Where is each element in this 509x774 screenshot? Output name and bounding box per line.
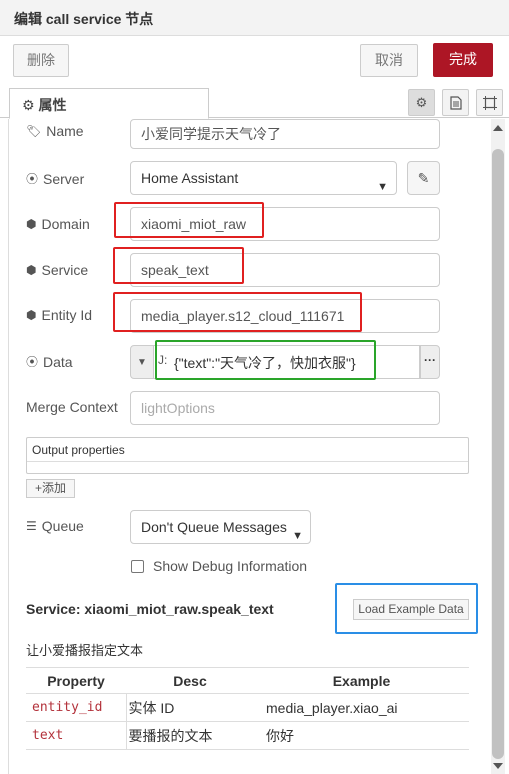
dialog-title: 编辑 call service 节点 xyxy=(14,11,154,27)
output-properties-label: Output properties xyxy=(32,443,125,457)
domain-label: ⬢ Domain xyxy=(26,216,90,232)
scroll-down-arrow[interactable] xyxy=(493,763,503,769)
column-header: Property xyxy=(26,667,126,694)
domain-highlight xyxy=(114,202,264,238)
name-label: 🏷 Name xyxy=(26,123,84,139)
scroll-up-arrow[interactable] xyxy=(493,125,503,131)
chevron-down-icon: ▼ xyxy=(377,181,388,193)
tab-properties-label: 属性 xyxy=(38,97,67,113)
tab-properties[interactable]: ⚙ 属性 xyxy=(9,88,209,119)
data-highlight xyxy=(155,340,376,380)
service-description: 让小爱播报指定文本 xyxy=(26,643,144,658)
debug-checkbox-label: Show Debug Information xyxy=(153,558,308,574)
server-label: ⦿ Server xyxy=(26,170,85,187)
dot-circle-icon: ⦿ xyxy=(26,355,39,369)
queue-select[interactable]: Don't Queue Messages ▼ xyxy=(130,510,311,544)
column-header: Example xyxy=(254,667,469,694)
data-label: ⦿ Data xyxy=(26,353,73,370)
cube-icon: ⬢ xyxy=(26,308,37,322)
delete-button[interactable]: 删除 xyxy=(13,44,69,77)
frame-icon xyxy=(482,95,497,110)
gear-icon: ⚙ xyxy=(415,94,428,110)
output-properties-list[interactable]: Output properties xyxy=(26,437,469,474)
queue-label: ☰ Queue xyxy=(26,518,84,534)
file-icon xyxy=(449,95,462,110)
service-title: Service: xiaomi_miot_raw.speak_text xyxy=(26,601,274,617)
column-header: Desc xyxy=(126,667,254,694)
divider xyxy=(27,461,468,462)
merge-context-input[interactable]: lightOptions xyxy=(130,391,440,425)
settings-tab-icon[interactable]: ⚙ xyxy=(408,89,435,116)
done-button[interactable]: 完成 xyxy=(433,43,493,77)
description-tab-icon[interactable] xyxy=(442,89,469,116)
dot-circle-icon: ⦿ xyxy=(26,172,39,186)
chevron-down-icon: ▼ xyxy=(292,530,303,542)
cube-icon: ⬢ xyxy=(26,217,37,231)
appearance-tab-icon[interactable] xyxy=(476,89,503,116)
caret-down-icon: ▼ xyxy=(137,356,147,368)
edit-server-button[interactable]: ✎ xyxy=(407,161,440,195)
entity-id-highlight xyxy=(113,292,362,332)
entity-id-label: ⬢ Entity Id xyxy=(26,307,93,323)
table-row: text 要播报的文本 你好 xyxy=(26,721,469,750)
merge-context-label: Merge Context xyxy=(26,399,118,415)
cancel-button[interactable]: 取消 xyxy=(360,44,418,77)
scrollbar-thumb[interactable] xyxy=(492,149,504,759)
panel-border xyxy=(8,119,9,774)
table-header-row: Property Desc Example xyxy=(26,667,469,694)
tab-bar: ⚙ 属性 ⚙ xyxy=(0,86,509,119)
expand-editor-button[interactable]: ··· xyxy=(420,345,440,379)
properties-panel: 🏷 Name 小爱同学提示天气冷了 ⦿ Server Home Assistan… xyxy=(0,119,509,774)
desc-cell: 要播报的文本 xyxy=(126,721,254,750)
property-cell: text xyxy=(26,721,127,750)
desc-cell: 实体 ID xyxy=(126,693,254,722)
data-type-button[interactable]: ▼ xyxy=(130,345,154,379)
plus-icon: + xyxy=(34,481,42,495)
property-cell: entity_id xyxy=(26,693,127,722)
load-example-highlight xyxy=(335,583,478,634)
dialog-header: 编辑 call service 节点 xyxy=(0,0,509,36)
server-select[interactable]: Home Assistant ▼ xyxy=(130,161,397,195)
service-fields-table: Property Desc Example entity_id 实体 ID me… xyxy=(26,667,469,750)
table-row: entity_id 实体 ID media_player.xiao_ai xyxy=(26,693,469,722)
service-highlight xyxy=(113,247,244,284)
list-icon: ☰ xyxy=(26,519,37,533)
gear-icon: ⚙ xyxy=(22,97,35,113)
cube-icon: ⬢ xyxy=(26,263,37,277)
name-input[interactable]: 小爱同学提示天气冷了 xyxy=(130,119,440,149)
example-cell: 你好 xyxy=(254,721,469,750)
example-cell: media_player.xiao_ai xyxy=(254,693,469,722)
debug-checkbox[interactable] xyxy=(131,560,144,573)
service-label: ⬢ Service xyxy=(26,262,89,278)
tag-icon: 🏷 xyxy=(26,124,42,138)
pencil-icon: ✎ xyxy=(417,169,430,186)
add-output-property-button[interactable]: +添加 xyxy=(26,479,75,498)
